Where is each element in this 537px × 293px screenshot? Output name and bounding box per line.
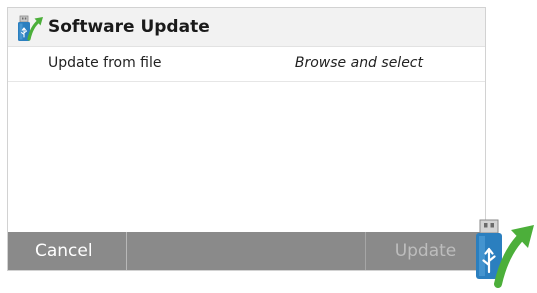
cancel-button[interactable]: Cancel <box>8 232 127 270</box>
usb-update-icon <box>18 15 43 41</box>
usb-update-icon <box>476 219 534 288</box>
update-from-file-label: Update from file <box>48 55 162 71</box>
dialog-title: Software Update <box>48 17 210 37</box>
button-bar-spacer <box>127 232 366 270</box>
title-bar: Software Update <box>8 8 485 47</box>
file-list-area <box>8 82 485 233</box>
update-button[interactable]: Update <box>366 232 485 270</box>
update-from-file-row[interactable]: Update from file Browse and select <box>8 47 485 82</box>
browse-and-select-link[interactable]: Browse and select <box>295 55 423 71</box>
button-bar: Cancel Update <box>8 232 485 270</box>
software-update-dialog: Software Update Update from file Browse … <box>7 7 486 271</box>
